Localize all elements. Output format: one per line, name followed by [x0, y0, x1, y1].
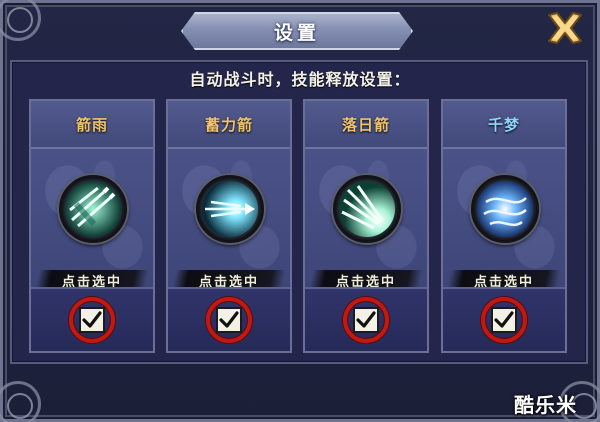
skill-card-footer: [443, 287, 565, 351]
skill-card-body: 点击选中: [168, 149, 290, 290]
dialog-title-plate: 设置: [181, 12, 413, 50]
skill-name: 箭雨: [75, 115, 108, 134]
close-x-icon: [548, 12, 582, 44]
skill-card-body: 点击选中: [31, 149, 153, 290]
corner-ornament-icon: [0, 0, 41, 41]
skill-card-arrow-rain: 箭雨 点击选中: [29, 99, 155, 353]
skill-card-sunset-arrow: 落日箭 点击选中: [303, 99, 429, 353]
checkmark-icon: [356, 311, 376, 328]
thousand-dreams-skill-icon[interactable]: [471, 175, 539, 243]
instruction-text: 自动战斗时，技能释放设置：: [189, 70, 411, 89]
sunset-arrow-skill-icon[interactable]: [333, 175, 401, 243]
skill-card-charged-arrow: 蓄力箭 点击选中: [166, 99, 292, 353]
skill-name: 千梦: [487, 115, 520, 134]
checkmark-icon: [82, 311, 102, 328]
skill-card-footer: [305, 287, 427, 351]
skill-card-footer: [168, 287, 290, 351]
skill-card-body: 点击选中: [443, 149, 565, 290]
checkmark-icon: [494, 311, 514, 328]
watermark-text: 酷乐米: [514, 393, 577, 417]
skill-name: 蓄力箭: [204, 115, 253, 134]
skill-card-thousand-dreams: 千梦 点击选中: [441, 99, 567, 353]
corner-ornament-icon: [0, 381, 41, 422]
checkbox-box: [79, 307, 105, 333]
charged-arrow-skill-icon[interactable]: [196, 175, 264, 243]
skill-card-footer: [31, 287, 153, 351]
skill-card-header: 箭雨: [31, 101, 153, 149]
skill-toggle-checkbox[interactable]: [206, 297, 252, 343]
skill-name: 落日箭: [341, 115, 390, 134]
skill-toggle-checkbox[interactable]: [69, 297, 115, 343]
skill-card-header: 千梦: [443, 101, 565, 149]
checkbox-box: [353, 307, 379, 333]
skill-card-header: 落日箭: [305, 101, 427, 149]
dialog-title: 设置: [273, 21, 320, 44]
skill-card-body: 点击选中: [305, 149, 427, 290]
skill-toggle-checkbox[interactable]: [343, 297, 389, 343]
close-button[interactable]: [539, 6, 591, 50]
skill-toggle-checkbox[interactable]: [481, 297, 527, 343]
arrow-rain-skill-icon[interactable]: [59, 175, 127, 243]
skill-card-header: 蓄力箭: [168, 101, 290, 149]
checkmark-icon: [219, 311, 239, 328]
checkbox-box: [491, 307, 517, 333]
checkbox-box: [216, 307, 242, 333]
